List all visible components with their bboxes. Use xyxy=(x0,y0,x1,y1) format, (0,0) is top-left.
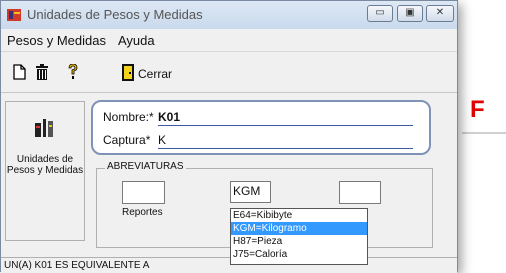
window-title: Unidades de Pesos y Medidas xyxy=(27,7,203,22)
trash-icon[interactable] xyxy=(35,64,49,80)
captura-field[interactable]: K xyxy=(158,133,166,147)
dropdown-option-selected[interactable]: KGM=Kilogramo xyxy=(231,222,367,235)
title-bar[interactable]: Unidades de Pesos y Medidas ▭ ▣ ✕ xyxy=(1,1,457,29)
background-letter: F xyxy=(470,96,485,123)
third-abbr-input[interactable] xyxy=(339,181,381,204)
nombre-label: Nombre:* xyxy=(103,110,154,124)
reportes-label: Reportes xyxy=(122,207,163,218)
menu-bar: Pesos y Medidas Ayuda xyxy=(1,29,457,52)
captura-label: Captura* xyxy=(103,133,151,147)
toolbar: Cerrar xyxy=(1,52,457,93)
maximize-button[interactable]: ▣ xyxy=(397,5,423,22)
reportes-input[interactable] xyxy=(122,181,165,204)
exit-door-icon[interactable] xyxy=(121,64,135,81)
nombre-field[interactable]: K01 xyxy=(158,110,180,124)
abreviatura-dropdown-list[interactable]: E64=Kibibyte KGM=Kilogramo H87=Pieza J75… xyxy=(230,208,368,265)
abreviaturas-caption: ABREVIATURAS xyxy=(105,161,186,172)
abreviatura-select[interactable]: KGM xyxy=(230,181,271,203)
app-icon xyxy=(7,9,21,21)
minimize-icon: ▭ xyxy=(375,7,385,18)
close-icon: ✕ xyxy=(435,7,445,18)
side-panel-label: Unidades de Pesos y Medidas xyxy=(6,154,84,176)
status-text: UN(A) K01 ES EQUIVALENTE A xyxy=(4,260,150,271)
minimize-button[interactable]: ▭ xyxy=(367,5,393,22)
name-field-box: Nombre:* K01 Captura* K xyxy=(91,100,431,155)
menu-ayuda[interactable]: Ayuda xyxy=(118,33,155,48)
dropdown-option[interactable]: J75=Caloría xyxy=(231,248,367,261)
measures-icon xyxy=(35,119,53,137)
dropdown-option[interactable]: E64=Kibibyte xyxy=(231,209,367,222)
maximize-icon: ▣ xyxy=(405,7,415,18)
captura-underline xyxy=(158,148,413,149)
background-divider xyxy=(462,132,506,134)
unidades-side-panel[interactable]: Unidades de Pesos y Medidas xyxy=(5,101,85,241)
close-window-button[interactable]: ✕ xyxy=(426,5,454,22)
nombre-underline xyxy=(158,125,413,126)
menu-pesos-y-medidas[interactable]: Pesos y Medidas xyxy=(7,33,106,48)
help-question-icon[interactable] xyxy=(67,64,79,80)
status-bar: UN(A) K01 ES EQUIVALENTE A xyxy=(1,257,457,273)
close-toolbar-label[interactable]: Cerrar xyxy=(138,67,172,81)
app-window: Unidades de Pesos y Medidas ▭ ▣ ✕ Pesos … xyxy=(0,0,458,273)
dropdown-option[interactable]: H87=Pieza xyxy=(231,235,367,248)
new-document-icon[interactable] xyxy=(13,64,26,80)
